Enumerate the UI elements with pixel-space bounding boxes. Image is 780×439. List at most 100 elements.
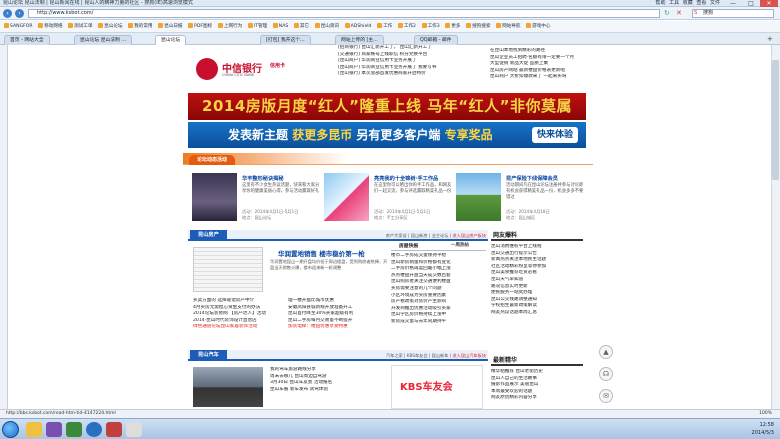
headset-icon[interactable]: ☊: [599, 367, 613, 381]
fav-item[interactable]: 昆山日报: [158, 21, 183, 32]
blue-banner-ad[interactable]: 发表新主题 获更多昆币 另有更多客户端 专享奖品 快来体验: [188, 122, 586, 148]
tab-ksbot-active[interactable]: 昆山论坛: [155, 35, 187, 45]
list-item[interactable]: 昆山学区房价格持续上涨中: [391, 312, 487, 319]
right-link[interactable]: 昆山房产网站 最新楼盘价格表更新啦: [490, 68, 586, 75]
feature-title[interactable]: 亮亮我的十全锦树·手工作品: [374, 175, 438, 182]
kbs-ad[interactable]: KBS车友会: [391, 365, 483, 409]
more-link-red[interactable]: 进入昆山汽车板块: [452, 353, 486, 358]
stop-icon[interactable]: ✕: [676, 9, 682, 17]
list-item[interactable]: 昆山美食推荐吃货必看: [491, 270, 583, 277]
news-link[interactable]: [昆山商户] 华润商业信用卡业务开展了: [338, 58, 478, 65]
feature-image[interactable]: [456, 173, 501, 221]
list-item[interactable]: 昆山购房者关注交通便利楼盘: [391, 279, 487, 286]
app-icon[interactable]: [66, 422, 82, 437]
right-title-2[interactable]: 最新精华: [493, 355, 517, 366]
menu-help[interactable]: 帮助: [656, 0, 666, 6]
menu-bar[interactable]: 帮助 工具 收藏 查看 文件: [656, 0, 720, 7]
fav-item[interactable]: 更多: [445, 21, 461, 32]
list-item[interactable]: 学校招生最新政策解读: [491, 303, 583, 310]
app-icon[interactable]: [126, 422, 142, 437]
try-now-button[interactable]: 快来体验: [531, 127, 578, 143]
search-engine-icon[interactable]: S: [694, 10, 697, 16]
new-tab-icon[interactable]: +: [767, 35, 773, 43]
list-item[interactable]: 昆山公交线路调整通知: [491, 297, 583, 304]
list-item[interactable]: 昆山消费维权平台上线啦: [491, 244, 583, 251]
feature-card[interactable]: 华丰整形秘诀揭秘 这里有不少女生热议话题，快来和大家分享你的健康美丽心得，参与活…: [192, 173, 322, 223]
explorer-icon[interactable]: [26, 422, 42, 437]
fav-item[interactable]: NAS: [272, 21, 288, 32]
app-icon[interactable]: [106, 422, 122, 437]
tab-home[interactable]: 首页 - 网站大全: [4, 35, 50, 45]
back-to-top-icon[interactable]: ▲: [599, 345, 613, 359]
tab-ksbot-1[interactable]: 昆山论坛 昆山法制 ...: [74, 35, 132, 45]
right-link[interactable]: 昆山企业员工招聘·名额有限一定要一个月: [490, 55, 586, 62]
news-link[interactable]: [招商银行] 昆山汇新开工了， 昆山汇新开工了: [338, 45, 478, 52]
more-link[interactable]: 房产大家谈: [386, 233, 407, 238]
list-item[interactable]: 昆山二手房每月交易量不断提升: [288, 318, 388, 325]
list-item[interactable]: 2014论坛装修网 【房产达人】活动: [193, 311, 288, 318]
right-link[interactable]: 大型促销 新品大促 品质上乘: [490, 61, 586, 68]
list-item[interactable]: 新闻热点关注本地民生话题: [491, 257, 583, 264]
fav-item[interactable]: 其它: [293, 21, 309, 32]
list-item[interactable]: 昆山天气早知道: [491, 277, 583, 284]
feature-title[interactable]: 昆产保险下线保障会员: [506, 175, 558, 182]
list-item[interactable]: 路况信息实时更新: [491, 284, 583, 291]
list-item[interactable]: 社区活动精彩纷呈等你参加: [491, 264, 583, 271]
feature-card[interactable]: 亮亮我的十全锦树·手工作品 在这里你可以晒出你的手工作品，和网友们一起交流，参与…: [324, 173, 454, 223]
app-icon[interactable]: [46, 422, 62, 437]
forward-icon[interactable]: ›: [15, 9, 24, 18]
property-image[interactable]: [193, 247, 263, 292]
list-item[interactable]: 摄影作品展示 美丽昆山: [491, 382, 583, 389]
right-title-1[interactable]: 网友爆料: [493, 230, 517, 241]
tab-qq-mail[interactable]: QQ邮箱 - 邮件: [414, 35, 458, 45]
car-label[interactable]: 昆山汽车: [190, 350, 227, 361]
zoom-level[interactable]: 100%: [759, 410, 772, 418]
fav-item[interactable]: 昆山资讯: [314, 21, 339, 32]
start-button-icon[interactable]: [2, 421, 19, 438]
housing-tag[interactable]: 一周热帖: [451, 242, 469, 248]
list-item[interactable]: 新房成交量与去年同期持平: [391, 319, 487, 326]
fav-item[interactable]: 工作2: [397, 21, 416, 32]
more-link[interactable]: 昆山新车: [432, 353, 449, 358]
scrollbar-thumb[interactable]: [772, 60, 779, 180]
fav-item[interactable]: SANGFOR: [4, 21, 33, 32]
maximize-button[interactable]: □: [742, 0, 760, 7]
news-link[interactable]: [昆山银行] 本次总部首发优惠商家开启特价: [338, 71, 478, 78]
menu-file[interactable]: 文件: [710, 0, 720, 6]
citic-bank-ad[interactable]: 中信银行 CHINA CITIC BANK 信用卡: [190, 52, 290, 85]
right-link[interactable]: 在昆山本地找到精彩的路径: [490, 48, 586, 55]
list-item[interactable]: 安徽凤阳县城新规开放准备开工: [288, 305, 388, 312]
close-button[interactable]: ✕: [760, 0, 778, 7]
fav-item[interactable]: 昆山论坛: [98, 21, 123, 32]
fav-item[interactable]: 游戏中心: [526, 21, 550, 32]
menu-favorites[interactable]: 收藏: [683, 0, 693, 6]
list-item[interactable]: 周末去哪儿 昆山周边自驾游: [270, 374, 385, 381]
list-item[interactable]: 昆山新房销量和价格都有变化: [391, 260, 487, 267]
list-item[interactable]: 3月30日 昆山车友会 活动报名: [270, 380, 385, 387]
list-item[interactable]: 买房需要注意的几个问题: [391, 286, 487, 293]
property-headline[interactable]: 华润置地销售 楼市稳价第一枪: [278, 248, 365, 258]
fav-item[interactable]: 上网行为: [217, 21, 242, 32]
car-image[interactable]: [193, 367, 263, 407]
list-item[interactable]: 昆山首付降至30%买家超级有利: [288, 311, 388, 318]
more-link[interactable]: 昆山新房: [411, 233, 428, 238]
news-link[interactable]: [交通银行] 商家帐号上线职信 积分兑换平台: [338, 52, 478, 59]
housing-title[interactable]: 房屋快报: [399, 242, 418, 249]
fav-item[interactable]: IT管理: [247, 21, 267, 32]
fav-item[interactable]: 搜狗搜索: [466, 21, 490, 32]
list-item[interactable]: 网友原创精彩内容分享: [491, 395, 583, 402]
address-input[interactable]: http://www.ksbot.com/: [28, 9, 660, 18]
minimize-button[interactable]: —: [724, 0, 742, 7]
more-link[interactable]: KBS车友会: [407, 353, 428, 358]
list-item[interactable]: 小区环境成为买房重要因素: [391, 293, 487, 300]
fav-item[interactable]: 工作: [377, 21, 392, 32]
list-item[interactable]: 2014·昆山时代装饰设计直营店: [193, 318, 288, 325]
fav-item[interactable]: 我的常用: [128, 21, 153, 32]
list-item[interactable]: 昆山车展 新车发布 试驾体验: [270, 387, 385, 394]
fav-item[interactable]: 工作3: [421, 21, 440, 32]
feature-image[interactable]: [324, 173, 369, 221]
list-item[interactable]: 理一楼开盘比城市优惠: [288, 298, 388, 305]
fav-item[interactable]: 测试工单: [68, 21, 93, 32]
browser-icon[interactable]: [86, 422, 102, 437]
list-item[interactable]: 4月买房无需担心资金支付的办法: [193, 305, 288, 312]
